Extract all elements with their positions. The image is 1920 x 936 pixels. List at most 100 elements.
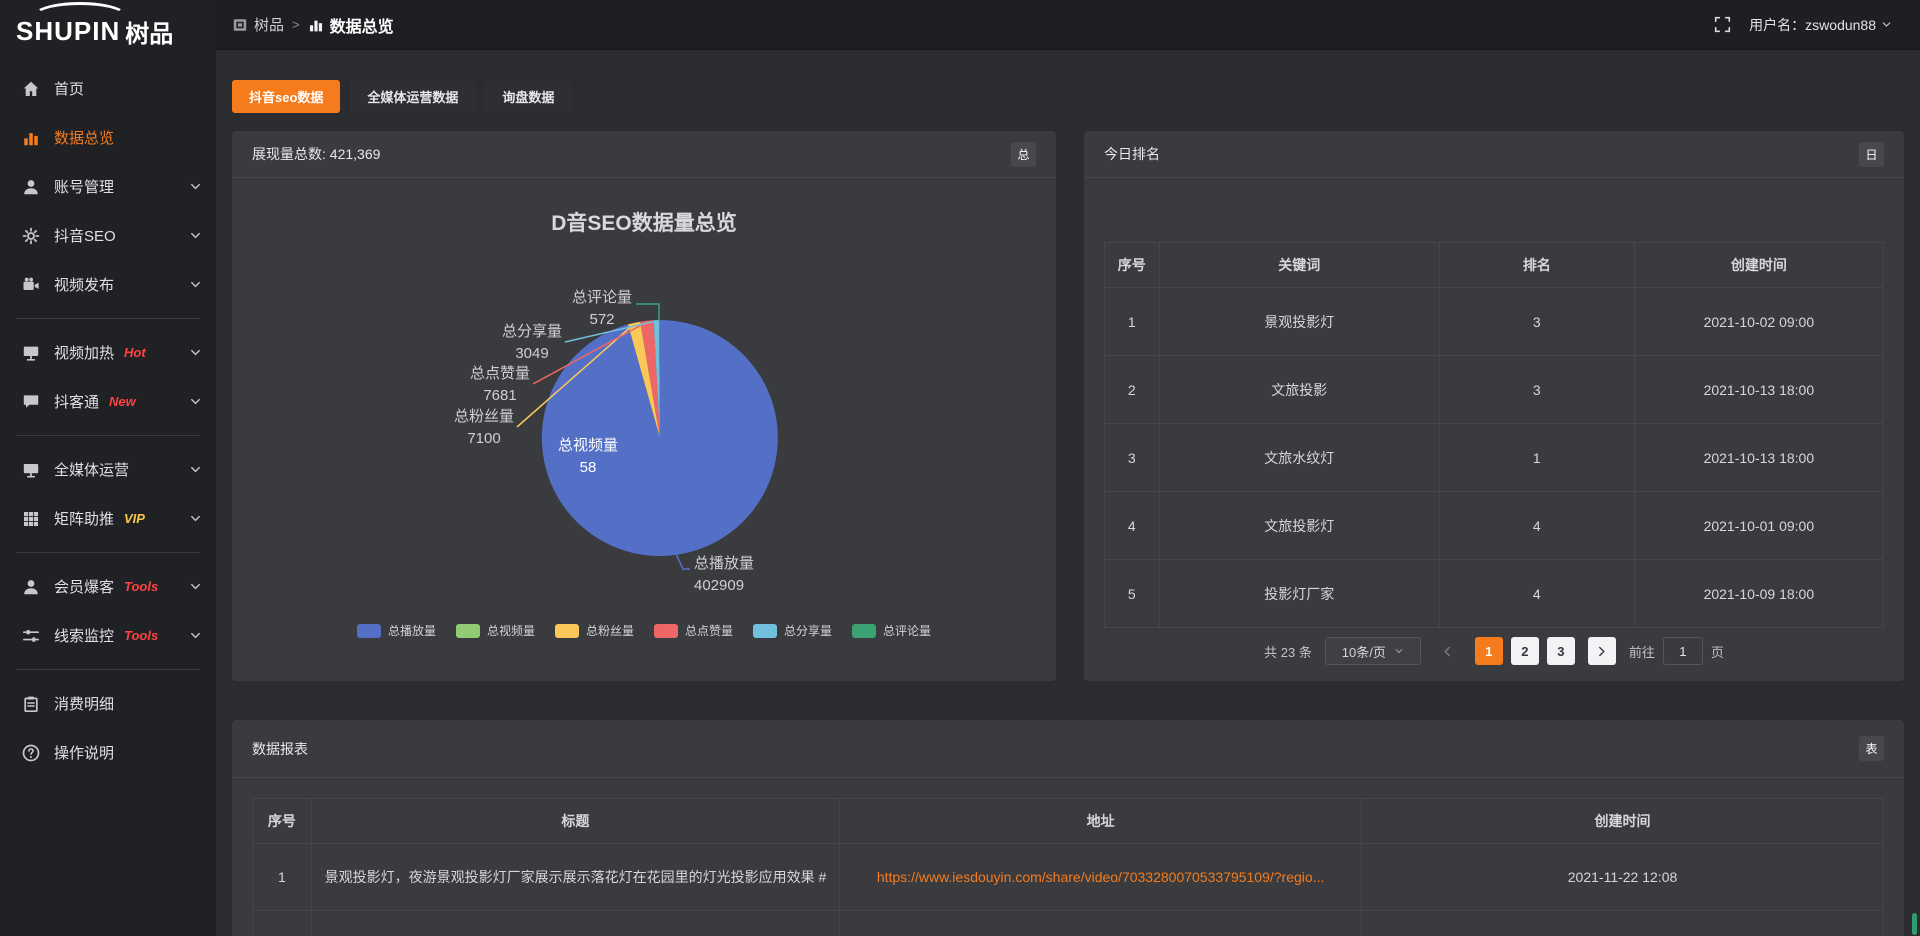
pie-label-name: 总播放量	[694, 555, 754, 572]
overview-panel: 展现量总数: 421,369 总 D音SEO数据量总览总播放量402909总视频…	[232, 131, 1056, 681]
legend-swatch	[555, 624, 579, 638]
cell: 文旅投影灯	[1159, 492, 1439, 560]
pie-label-value: 402909	[694, 577, 744, 594]
cell: 4	[1439, 560, 1634, 628]
sidebar-item-label: 抖音SEO	[54, 225, 116, 246]
page-button-3[interactable]: 3	[1547, 637, 1575, 665]
next-page-button[interactable]	[1588, 637, 1616, 665]
cell: 2	[1105, 356, 1160, 424]
sidebar-divider	[16, 318, 200, 319]
chevron-left-icon	[1441, 645, 1454, 658]
cell-title	[311, 911, 839, 936]
total-badge-button[interactable]: 总	[1011, 142, 1036, 167]
column-header: 排名	[1439, 243, 1634, 288]
chevron-down-icon	[189, 629, 202, 642]
sliders-icon	[22, 627, 40, 645]
app-logo[interactable]: SHUPIN 树品	[0, 0, 216, 62]
logo-text-cn: 树品	[125, 14, 173, 49]
breadcrumb-separator: >	[292, 17, 300, 32]
cell: 4	[1105, 492, 1160, 560]
chevron-down-icon	[189, 512, 202, 525]
table-badge-button[interactable]: 表	[1859, 736, 1884, 761]
sidebar-item-video-heat[interactable]: 视频加热Hot	[0, 328, 216, 377]
column-header: 关键词	[1159, 243, 1439, 288]
ranking-table-wrap: 序号关键词排名创建时间 1景观投影灯32021-10-02 09:002文旅投影…	[1084, 178, 1904, 665]
sidebar-divider	[16, 552, 200, 553]
column-header: 序号	[253, 799, 312, 844]
sidebar: SHUPIN 树品 首页数据总览账号管理抖音SEO 视频发布视频加热Hot抖客通N…	[0, 0, 216, 936]
sidebar-item-douyin-seo[interactable]: 抖音SEO	[0, 211, 216, 260]
tab-inquiry-data[interactable]: 询盘数据	[485, 80, 571, 113]
sidebar-item-home[interactable]: 首页	[0, 64, 216, 113]
table-row: 3文旅水纹灯12021-10-13 18:00	[1105, 424, 1884, 492]
sidebar-item-clue-monitor[interactable]: 线索监控Tools	[0, 611, 216, 660]
goto-page-input[interactable]	[1663, 637, 1703, 665]
user-icon	[22, 178, 40, 196]
breadcrumb-item-data-overview[interactable]: 数据总览	[308, 13, 394, 37]
tab-media-ops-data[interactable]: 全媒体运营数据	[350, 80, 475, 113]
legend-swatch	[357, 624, 381, 638]
legend-label: 总评论量	[883, 622, 931, 639]
sidebar-item-matrix-boost[interactable]: 矩阵助推VIP	[0, 494, 216, 543]
data-tabs: 抖音seo数据全媒体运营数据询盘数据	[232, 80, 1904, 113]
breadcrumb-item-shupin[interactable]: 树品	[232, 14, 284, 35]
sidebar-item-label: 视频发布	[54, 274, 114, 295]
fullscreen-icon[interactable]	[1714, 16, 1731, 33]
tab-douyin-seo-data[interactable]: 抖音seo数据	[232, 80, 340, 113]
legend-item[interactable]: 总视频量	[456, 622, 535, 639]
sidebar-item-label: 矩阵助推	[54, 508, 114, 529]
pie-chart-svg: D音SEO数据量总览总播放量402909总视频量58总粉丝量7100总点赞量76…	[232, 178, 1056, 608]
prev-page-button[interactable]	[1434, 637, 1462, 665]
sidebar-item-member-baoke[interactable]: 会员爆客Tools	[0, 562, 216, 611]
sidebar-item-data-overview[interactable]: 数据总览	[0, 113, 216, 162]
scrollbar-thumb[interactable]	[1912, 913, 1917, 935]
sidebar-item-video-publish[interactable]: 视频发布	[0, 260, 216, 309]
column-header: 序号	[1105, 243, 1160, 288]
question-icon	[22, 744, 40, 762]
chevron-down-icon	[189, 580, 202, 593]
column-header: 地址	[840, 799, 1362, 844]
goto-unit-label: 页	[1711, 642, 1724, 661]
page-button-2[interactable]: 2	[1511, 637, 1539, 665]
legend-label: 总点赞量	[685, 622, 733, 639]
sidebar-item-label: 线索监控	[54, 625, 114, 646]
goto-label: 前往	[1629, 642, 1655, 661]
day-badge-button[interactable]: 日	[1859, 142, 1884, 167]
sidebar-item-badge: Hot	[124, 345, 146, 360]
sidebar-item-help[interactable]: 操作说明	[0, 728, 216, 777]
legend-item[interactable]: 总分享量	[753, 622, 832, 639]
user-menu[interactable]: 用户名：zswodun88	[1749, 15, 1892, 35]
heat-icon	[22, 344, 40, 362]
pie-label-value: 3049	[515, 345, 548, 362]
page-size-select[interactable]: 10条/页	[1325, 637, 1421, 665]
legend-item[interactable]: 总播放量	[357, 622, 436, 639]
sidebar-item-consume-detail[interactable]: 消费明细	[0, 679, 216, 728]
cell: 2021-10-13 18:00	[1634, 424, 1883, 492]
grid-icon	[22, 510, 40, 528]
legend-item[interactable]: 总评论量	[852, 622, 931, 639]
sidebar-divider	[16, 435, 200, 436]
sidebar-item-badge: Tools	[124, 579, 158, 594]
chevron-down-icon	[189, 278, 202, 291]
legend-item[interactable]: 总粉丝量	[555, 622, 634, 639]
sidebar-item-account-manage[interactable]: 账号管理	[0, 162, 216, 211]
chevron-down-icon	[1394, 646, 1404, 656]
report-panel-header: 数据报表 表	[232, 720, 1904, 778]
legend-swatch	[456, 624, 480, 638]
legend-label: 总粉丝量	[586, 622, 634, 639]
legend-item[interactable]: 总点赞量	[654, 622, 733, 639]
cell-time	[1362, 911, 1884, 936]
cell: 3	[1439, 356, 1634, 424]
pie-label-value: 572	[589, 311, 614, 328]
sidebar-item-douketong[interactable]: 抖客通New	[0, 377, 216, 426]
video-icon	[22, 276, 40, 294]
cell: 文旅投影	[1159, 356, 1439, 424]
video-link[interactable]: https://www.iesdouyin.com/share/video/70…	[877, 869, 1325, 885]
sidebar-item-media-ops[interactable]: 全媒体运营	[0, 445, 216, 494]
breadcrumb: 树品 > 数据总览	[232, 13, 394, 37]
chat-icon	[22, 393, 40, 411]
cell: 4	[1439, 492, 1634, 560]
legend-swatch	[654, 624, 678, 638]
sidebar-item-label: 抖客通	[54, 391, 99, 412]
page-button-1[interactable]: 1	[1475, 637, 1503, 665]
